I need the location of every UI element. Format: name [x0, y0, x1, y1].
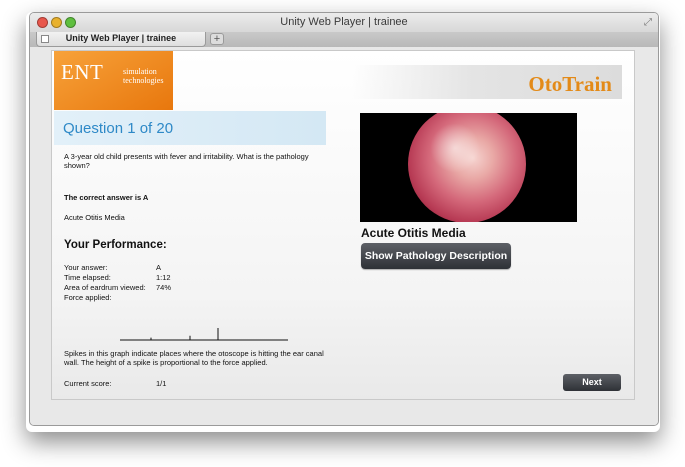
new-tab-button[interactable]: +: [210, 33, 224, 45]
logo-sub-text: simulation technologies: [123, 67, 164, 85]
tab-unity-player[interactable]: Unity Web Player | trainee: [36, 32, 206, 47]
area-viewed-label: Area of eardrum viewed:: [64, 283, 146, 292]
force-graph: [120, 328, 288, 341]
browser-window: Unity Web Player | trainee ⤢ Unity Web P…: [29, 12, 659, 426]
brand-bar: OtoTrain: [352, 65, 622, 99]
fullscreen-icon[interactable]: ⤢: [644, 17, 652, 28]
app-brand: OtoTrain: [528, 72, 612, 96]
tab-title: Unity Web Player | trainee: [65, 33, 177, 43]
graph-explanation: Spikes in this graph indicate places whe…: [64, 349, 324, 367]
question-text: A 3-year old child presents with fever a…: [64, 152, 309, 170]
time-elapsed-value: 1:12: [156, 273, 171, 282]
window-title: Unity Web Player | trainee: [280, 16, 408, 28]
tab-bar: Unity Web Player | trainee +: [30, 32, 658, 48]
question-title: Question 1 of 20: [63, 120, 174, 137]
current-score-value: 1/1: [156, 379, 167, 388]
force-applied-label: Force applied:: [64, 293, 112, 302]
your-answer-label: Your answer:: [64, 263, 108, 272]
time-elapsed-label: Time elapsed:: [64, 273, 111, 282]
show-pathology-description-button[interactable]: Show Pathology Description: [361, 243, 511, 269]
logo-main-text: ENT: [61, 60, 104, 84]
area-viewed-value: 74%: [156, 283, 172, 292]
current-score-label: Current score:: [64, 379, 112, 388]
ent-logo: ENT simulation technologies: [54, 51, 173, 110]
next-button[interactable]: Next: [563, 374, 621, 391]
your-answer-value: A: [156, 263, 162, 272]
question-header: Question 1 of 20: [54, 111, 326, 145]
eardrum-highlight: [430, 123, 480, 173]
correct-answer-text: Acute Otitis Media: [64, 213, 125, 222]
performance-heading: Your Performance:: [64, 239, 167, 251]
browser-content: ENT simulation technologies OtoTrain Que…: [30, 47, 658, 425]
otoscope-image: [360, 113, 577, 222]
ototrain-app: ENT simulation technologies OtoTrain Que…: [51, 50, 635, 400]
title-bar: Unity Web Player | trainee ⤢: [30, 13, 658, 33]
correct-answer-label: The correct answer is A: [64, 193, 149, 202]
diagnosis-title: Acute Otitis Media: [361, 226, 466, 240]
